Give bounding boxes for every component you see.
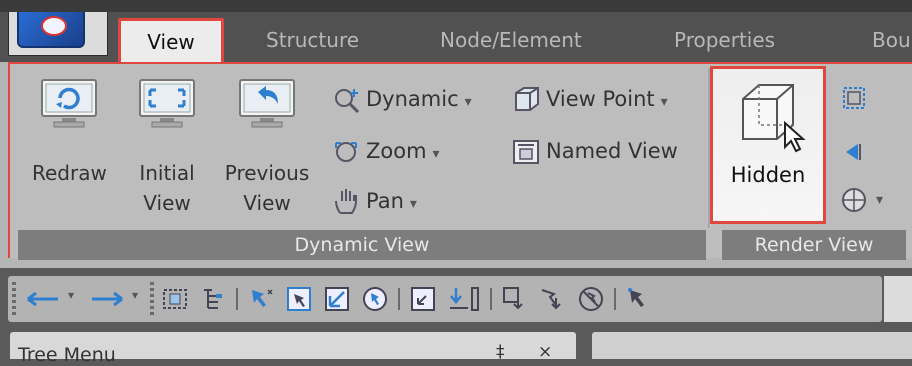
ribbon-tab-bar: View Structure Node/Element Properties B… — [0, 12, 912, 66]
pan-dropdown[interactable]: Pan ▾ — [332, 184, 417, 218]
tree-menu-panel: Tree Menu ‡ × — [10, 332, 576, 366]
toolbar-grip[interactable] — [12, 282, 16, 316]
pan-label: Pan — [366, 189, 404, 213]
toolbar-separator-4 — [614, 288, 616, 310]
application-menu-button[interactable] — [8, 12, 108, 56]
zoom-dropdown[interactable]: Zoom ▾ — [332, 134, 440, 168]
zoom-caret-icon: ▾ — [432, 146, 440, 162]
render-caret-icon[interactable]: ▾ — [876, 192, 883, 208]
hidden-button[interactable]: Hidden — [710, 66, 826, 224]
view-point-icon — [515, 87, 539, 111]
dynamic-caret-icon: ▾ — [464, 94, 472, 110]
tree-menu-title: Tree Menu — [18, 344, 116, 366]
next-arrow-icon[interactable] — [86, 284, 130, 314]
toolbar: ▾ ▾ — [0, 268, 912, 330]
title-strip — [0, 0, 912, 12]
toolbar-overflow[interactable] — [884, 276, 912, 322]
hidden-label: Hidden — [730, 163, 806, 187]
app-logo-icon — [17, 12, 85, 48]
toolbar-separator-2 — [398, 288, 400, 310]
select-box-icon[interactable] — [284, 284, 314, 314]
select-circle-icon[interactable] — [360, 284, 390, 314]
dynamic-icon — [335, 89, 360, 114]
next-caret-icon[interactable]: ▾ — [132, 288, 138, 302]
dynamic-view-group-label: Dynamic View — [18, 230, 706, 260]
view-point-dropdown[interactable]: View Point ▾ — [510, 82, 668, 116]
pan-caret-icon: ▾ — [409, 196, 417, 212]
named-view-label: Named View — [546, 139, 678, 163]
select-identity-icon[interactable] — [446, 284, 482, 314]
named-view-button[interactable]: Named View — [510, 134, 678, 168]
toolbar-separator — [236, 288, 238, 310]
initial-view-icon — [139, 79, 195, 128]
named-view-icon — [513, 140, 539, 164]
previous-view-label-2: View — [243, 191, 291, 215]
bottom-panels: Tree Menu ‡ × — [0, 330, 912, 366]
tab-view[interactable]: View — [118, 18, 224, 66]
model-view-panel — [592, 332, 912, 359]
unselect-window-icon[interactable] — [500, 284, 530, 314]
tab-node-element[interactable]: Node/Element — [440, 18, 582, 62]
tab-properties[interactable]: Properties — [674, 18, 775, 62]
previous-view-label-1: Previous — [224, 161, 310, 185]
toolbar-strip: ▾ ▾ — [8, 276, 882, 322]
unselect-circle-icon[interactable] — [576, 284, 606, 314]
redraw-icon — [41, 79, 97, 128]
redraw-label: Redraw — [32, 161, 107, 185]
initial-view-label-2: View — [143, 191, 191, 215]
toolbar-separator-3 — [490, 288, 492, 310]
select-tree-icon[interactable] — [198, 284, 228, 314]
pointer-icon[interactable] — [624, 284, 654, 314]
select-window-icon[interactable] — [160, 284, 190, 314]
wireframe-icon[interactable] — [838, 82, 870, 114]
tab-boundary[interactable]: Bour — [872, 18, 912, 62]
view-point-caret-icon: ▾ — [660, 94, 668, 110]
zoom-icon — [335, 142, 357, 162]
initial-view-label-1: Initial — [139, 161, 195, 185]
render-sphere-icon[interactable] — [838, 184, 870, 216]
render-view-group-label: Render View — [722, 230, 906, 260]
select-single-icon[interactable] — [246, 284, 276, 314]
previous-caret-icon[interactable]: ▾ — [68, 288, 74, 302]
shading-icon[interactable] — [838, 136, 870, 168]
dynamic-dropdown[interactable]: Dynamic ▾ — [332, 82, 472, 116]
unselect-single-icon[interactable] — [538, 284, 568, 314]
select-previous-icon[interactable] — [408, 284, 438, 314]
toolbar-grip-2[interactable] — [150, 282, 154, 316]
tab-structure[interactable]: Structure — [266, 18, 359, 62]
dynamic-label: Dynamic — [366, 87, 459, 111]
view-point-label: View Point — [546, 87, 655, 111]
zoom-label: Zoom — [366, 139, 427, 163]
hidden-cube-icon — [742, 84, 806, 153]
previous-arrow-icon[interactable] — [22, 284, 66, 314]
previous-view-icon — [239, 79, 295, 128]
close-icon[interactable]: × — [538, 342, 552, 362]
pin-icon[interactable]: ‡ — [496, 342, 505, 362]
select-polygon-icon[interactable] — [322, 284, 352, 314]
pan-hand-icon — [335, 189, 357, 214]
